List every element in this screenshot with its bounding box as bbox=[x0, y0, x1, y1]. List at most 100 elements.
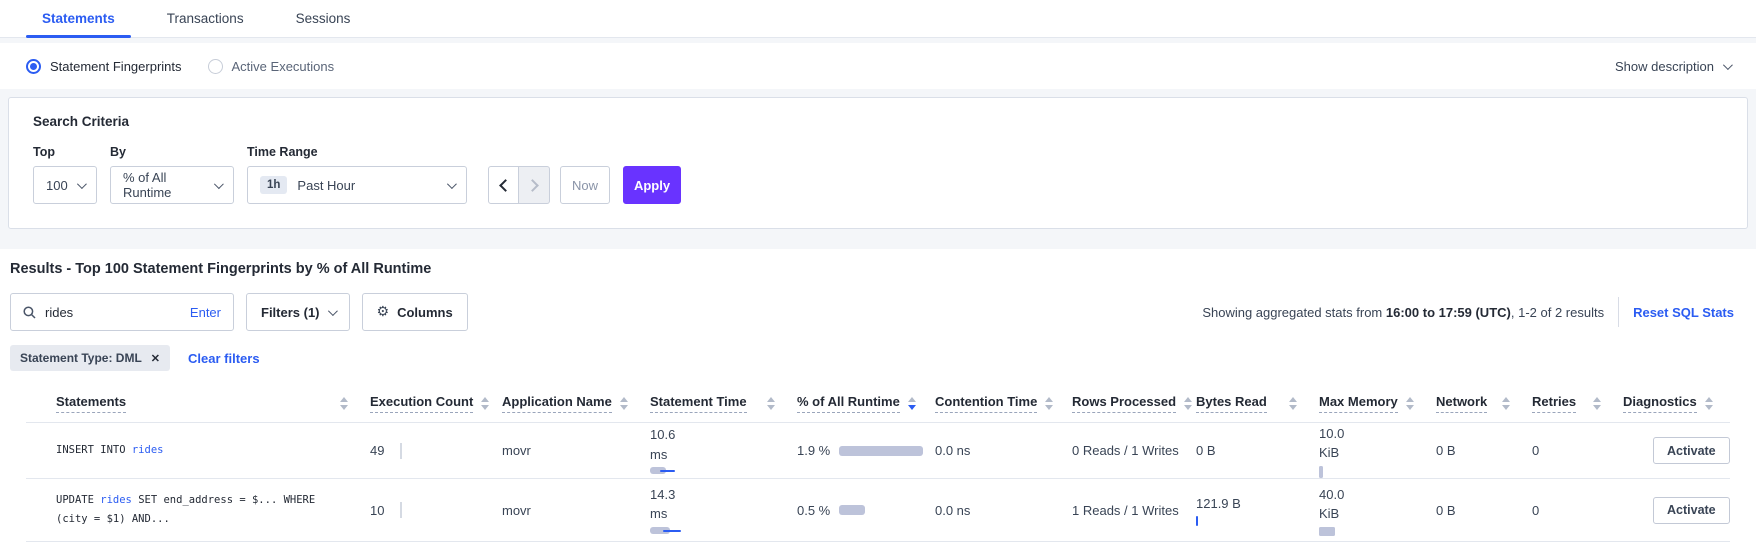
contention-time-cell: 0.0 ns bbox=[935, 503, 1072, 518]
time-range-label: Time Range bbox=[247, 145, 467, 159]
chevron-left-icon bbox=[499, 179, 512, 192]
retries-cell: 0 bbox=[1532, 443, 1623, 458]
apply-button[interactable]: Apply bbox=[623, 166, 681, 204]
sort-icon bbox=[1184, 397, 1192, 410]
gear-icon: ⚙ bbox=[377, 305, 390, 319]
radio-selected-icon bbox=[26, 59, 41, 74]
now-button[interactable]: Now bbox=[560, 166, 610, 204]
contention-time-cell: 0.0 ns bbox=[935, 443, 1072, 458]
bytes-read-cell: 121.9 B bbox=[1196, 494, 1319, 527]
show-description-toggle[interactable]: Show description bbox=[1615, 59, 1730, 74]
table-row: INSERT INTO rides 49 movr 10.6 ms 1.9 % … bbox=[26, 423, 1730, 479]
table-name-link[interactable]: rides bbox=[100, 494, 132, 506]
table-row: UPDATE rides SET end_address = $... WHER… bbox=[26, 479, 1730, 542]
count-bar bbox=[400, 443, 402, 459]
activate-diagnostics-button[interactable]: Activate bbox=[1653, 497, 1730, 524]
filters-button[interactable]: Filters (1) bbox=[246, 293, 350, 331]
sort-icon bbox=[481, 397, 489, 410]
sort-icon-active-desc bbox=[908, 397, 916, 410]
rows-processed-cell: 1 Reads / 1 Writes bbox=[1072, 503, 1196, 518]
reset-sql-stats-link[interactable]: Reset SQL Stats bbox=[1633, 305, 1734, 320]
tab-transactions[interactable]: Transactions bbox=[151, 0, 260, 37]
activate-diagnostics-button[interactable]: Activate bbox=[1653, 437, 1730, 464]
time-range-select[interactable]: 1h Past Hour bbox=[247, 166, 467, 204]
table-name-link[interactable]: rides bbox=[132, 444, 164, 456]
aggregated-stats-text: Showing aggregated stats from 16:00 to 1… bbox=[1202, 305, 1604, 320]
sort-icon bbox=[767, 397, 775, 410]
runtime-pct-cell: 1.9 % bbox=[797, 443, 935, 458]
filter-tag-statement-type: Statement Type: DML ✕ bbox=[10, 345, 170, 371]
max-memory-cell: 10.0 KiB bbox=[1319, 424, 1436, 478]
radio-active-executions[interactable]: Active Executions bbox=[208, 59, 335, 74]
statements-table: Statements Execution Count Application N… bbox=[26, 385, 1730, 542]
max-memory-cell: 40.0 KiB bbox=[1319, 485, 1436, 536]
statement-time-cell: 14.3 ms bbox=[650, 485, 797, 536]
statement-fingerprint-link[interactable]: INSERT INTO rides bbox=[56, 441, 352, 460]
close-icon[interactable]: ✕ bbox=[151, 352, 160, 365]
search-criteria-card: Search Criteria Top 100 By % of All Runt… bbox=[8, 97, 1748, 229]
col-header-runtime-pct[interactable]: % of All Runtime bbox=[797, 394, 935, 413]
application-cell: movr bbox=[502, 503, 650, 518]
chevron-down-icon bbox=[1723, 60, 1733, 70]
retries-cell: 0 bbox=[1532, 503, 1623, 518]
sort-icon bbox=[1502, 397, 1510, 410]
tab-statements[interactable]: Statements bbox=[26, 0, 131, 37]
col-header-diagnostics[interactable]: Diagnostics bbox=[1623, 394, 1730, 413]
col-header-execution-count[interactable]: Execution Count bbox=[370, 394, 502, 413]
chevron-down-icon bbox=[214, 179, 224, 189]
sort-icon bbox=[340, 397, 348, 410]
memory-bar-chart bbox=[1319, 466, 1323, 478]
table-header-row: Statements Execution Count Application N… bbox=[26, 385, 1730, 423]
application-cell: movr bbox=[502, 443, 650, 458]
statement-fingerprint-link[interactable]: UPDATE rides SET end_address = $... WHER… bbox=[56, 491, 352, 529]
search-enter-label[interactable]: Enter bbox=[190, 305, 221, 320]
network-cell: 0 B bbox=[1436, 443, 1532, 458]
col-header-statements[interactable]: Statements bbox=[56, 394, 370, 413]
execution-count-cell: 10 bbox=[370, 479, 502, 541]
tab-sessions[interactable]: Sessions bbox=[280, 0, 367, 37]
sort-icon bbox=[1289, 397, 1297, 410]
col-header-statement-time[interactable]: Statement Time bbox=[650, 394, 797, 413]
col-header-bytes-read[interactable]: Bytes Read bbox=[1196, 394, 1319, 413]
search-input[interactable] bbox=[45, 305, 190, 320]
by-select[interactable]: % of All Runtime bbox=[110, 166, 234, 204]
view-toggle-row: Statement Fingerprints Active Executions… bbox=[0, 43, 1756, 89]
time-range-prev-button[interactable] bbox=[488, 166, 519, 204]
col-header-max-memory[interactable]: Max Memory bbox=[1319, 394, 1436, 413]
results-heading: Results - Top 100 Statement Fingerprints… bbox=[0, 261, 1756, 277]
sql-activity-tabbar: Statements Transactions Sessions bbox=[0, 0, 1756, 38]
statement-time-cell: 10.6 ms bbox=[650, 425, 797, 476]
chevron-down-icon bbox=[327, 306, 337, 316]
runtime-pct-cell: 0.5 % bbox=[797, 503, 935, 518]
bytes-bar-chart bbox=[1196, 516, 1198, 526]
memory-bar-chart bbox=[1319, 527, 1335, 536]
col-header-application-name[interactable]: Application Name bbox=[502, 394, 650, 413]
rows-processed-cell: 0 Reads / 1 Writes bbox=[1072, 443, 1196, 458]
by-label: By bbox=[110, 145, 234, 159]
columns-button[interactable]: ⚙ Columns bbox=[362, 293, 468, 331]
chevron-down-icon bbox=[447, 179, 457, 189]
results-section: Results - Top 100 Statement Fingerprints… bbox=[0, 249, 1756, 550]
sort-icon bbox=[1705, 397, 1713, 410]
col-header-retries[interactable]: Retries bbox=[1532, 394, 1623, 413]
sort-icon bbox=[1045, 397, 1053, 410]
col-header-network[interactable]: Network bbox=[1436, 394, 1532, 413]
top-select[interactable]: 100 bbox=[33, 166, 97, 204]
top-label: Top bbox=[33, 145, 97, 159]
sort-icon bbox=[620, 397, 628, 410]
clear-filters-link[interactable]: Clear filters bbox=[188, 351, 260, 366]
radio-statement-fingerprints[interactable]: Statement Fingerprints bbox=[26, 59, 182, 74]
bytes-read-cell: 0 B bbox=[1196, 443, 1319, 458]
diagnostics-cell: Activate bbox=[1623, 437, 1730, 464]
runtime-bar-chart bbox=[839, 505, 865, 515]
time-range-next-button[interactable] bbox=[519, 166, 550, 204]
statement-search-box: Enter bbox=[10, 293, 234, 331]
col-header-rows-processed[interactable]: Rows Processed bbox=[1072, 394, 1196, 413]
time-bar-chart bbox=[650, 466, 694, 476]
radio-unselected-icon bbox=[208, 59, 223, 74]
chevron-right-icon bbox=[526, 179, 539, 192]
sort-icon bbox=[1593, 397, 1601, 410]
execution-count-cell: 49 bbox=[370, 423, 502, 478]
network-cell: 0 B bbox=[1436, 503, 1532, 518]
col-header-contention-time[interactable]: Contention Time bbox=[935, 394, 1072, 413]
